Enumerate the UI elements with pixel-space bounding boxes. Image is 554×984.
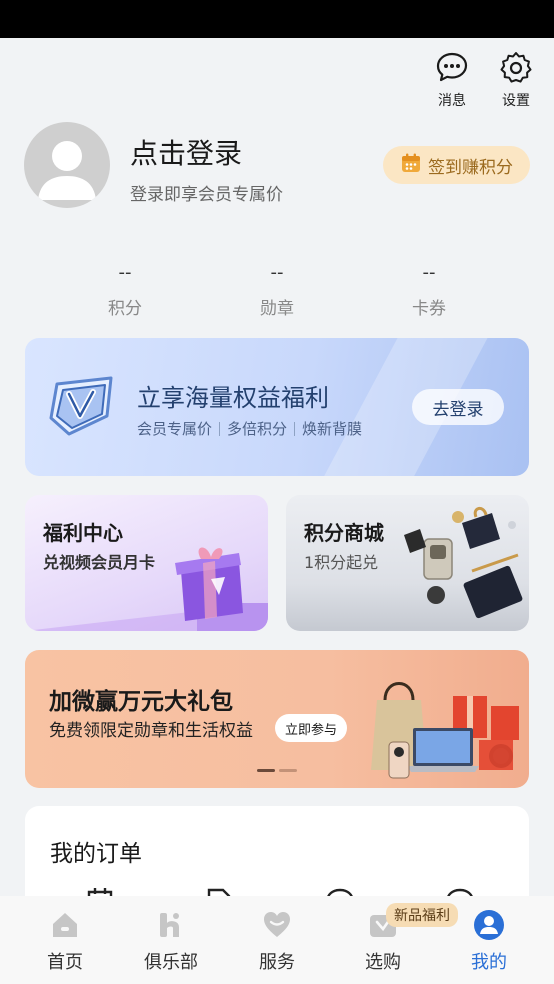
tab-mine-label: 我的 <box>471 952 507 973</box>
login-subtitle: 登录即享会员专属价 <box>130 185 283 205</box>
banner-subtitle: 免费领限定勋章和生活权益 <box>49 721 253 741</box>
banner-title: 加微赢万元大礼包 <box>49 689 233 715</box>
stat-label: 卡券 <box>412 299 446 319</box>
gift-products-illustration <box>371 682 519 779</box>
wechat-gift-banner[interactable]: 加微赢万元大礼包 免费领限定勋章和生活权益 立即参与 <box>25 650 529 788</box>
vip-tags: 会员专属价 多倍积分 焕新背膜 <box>137 418 362 439</box>
stat-medals[interactable]: -- 勋章 <box>202 262 352 319</box>
messages-button[interactable]: 消息 <box>432 50 472 110</box>
status-bar <box>0 0 554 38</box>
default-avatar-icon <box>38 141 96 200</box>
tab-home-label: 首页 <box>47 952 83 973</box>
vip-tag: 多倍积分 <box>227 420 288 438</box>
gift-box-illustration <box>25 547 268 631</box>
orders-title: 我的订单 <box>50 841 142 867</box>
vip-tag: 焕新背膜 <box>302 420 363 438</box>
user-icon <box>472 908 506 942</box>
carousel-dot-active <box>257 769 275 772</box>
stat-label: 勋章 <box>260 299 294 319</box>
home-icon <box>48 908 82 942</box>
carousel-indicator <box>257 769 297 772</box>
stats-row: -- 积分 -- 勋章 -- 卡券 <box>50 262 504 319</box>
divider <box>294 421 296 436</box>
vip-badge-icon <box>47 374 121 442</box>
points-mall-card[interactable]: 积分商城 1积分起兑 <box>286 495 529 631</box>
products-illustration <box>404 507 523 619</box>
chat-bubble-icon <box>435 50 469 84</box>
carousel-dot <box>279 769 297 772</box>
settings-button[interactable]: 设置 <box>496 50 536 110</box>
divider <box>219 421 221 436</box>
avatar[interactable] <box>24 122 110 208</box>
login-title[interactable]: 点击登录 <box>130 132 242 172</box>
settings-label: 设置 <box>502 93 530 109</box>
tab-shop-label: 选购 <box>365 952 401 973</box>
stat-points[interactable]: -- 积分 <box>50 262 200 319</box>
club-icon <box>154 908 188 942</box>
join-now-button[interactable]: 立即参与 <box>275 714 347 742</box>
bottom-tab-bar: 首页 俱乐部 服务 选购 新品福利 我的 <box>0 896 554 984</box>
tab-mine[interactable]: 我的 <box>444 896 534 984</box>
tab-club-label: 俱乐部 <box>144 952 198 973</box>
stat-value: -- <box>422 262 436 283</box>
checkin-label: 签到赚积分 <box>428 157 513 178</box>
stat-coupons[interactable]: -- 卡券 <box>354 262 504 319</box>
stat-value: -- <box>118 262 132 283</box>
stat-label: 积分 <box>108 299 142 319</box>
gear-icon <box>499 50 533 84</box>
top-actions: 消息 设置 <box>432 50 536 110</box>
vip-benefits-card[interactable]: 立享海量权益福利 会员专属价 多倍积分 焕新背膜 去登录 <box>25 338 529 476</box>
tab-service-label: 服务 <box>259 952 295 973</box>
checkin-button[interactable]: 签到赚积分 <box>383 146 530 184</box>
welfare-center-card[interactable]: 福利中心 兑视频会员月卡 <box>25 495 268 631</box>
messages-label: 消息 <box>438 93 466 109</box>
tab-home[interactable]: 首页 <box>20 896 110 984</box>
vip-title: 立享海量权益福利 <box>137 384 329 412</box>
stat-value: -- <box>270 262 284 283</box>
vip-login-button[interactable]: 去登录 <box>412 389 504 425</box>
vip-tag: 会员专属价 <box>137 420 213 438</box>
tab-service[interactable]: 服务 <box>232 896 322 984</box>
tab-shop[interactable]: 选购 新品福利 <box>338 896 458 984</box>
tab-club[interactable]: 俱乐部 <box>126 896 216 984</box>
heart-icon <box>260 908 294 942</box>
calendar-icon <box>400 152 422 178</box>
profile-section: 点击登录 登录即享会员专属价 签到赚积分 <box>24 122 530 210</box>
